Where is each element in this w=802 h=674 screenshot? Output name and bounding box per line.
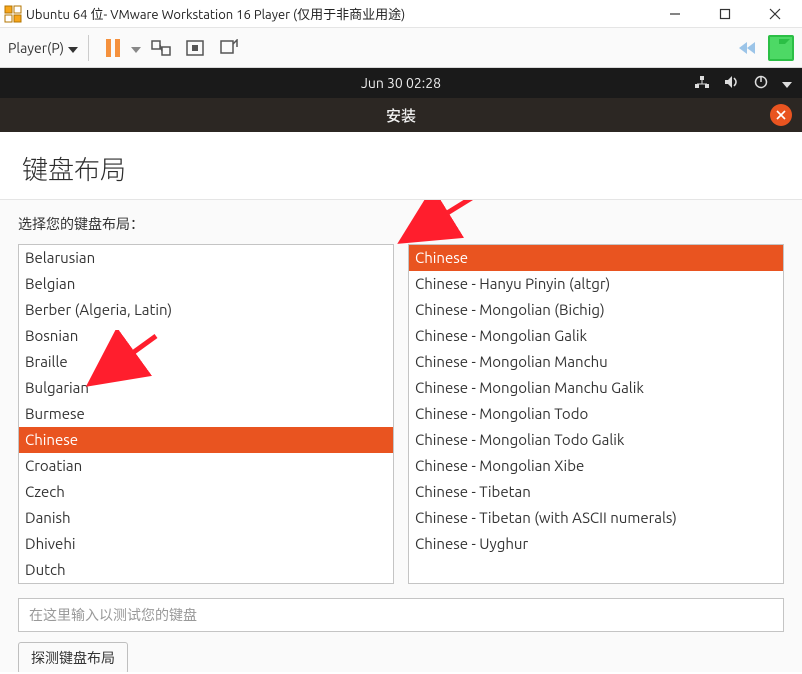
list-item[interactable]: Chinese - Mongolian Todo bbox=[409, 401, 783, 427]
list-item[interactable]: Chinese - Mongolian Galik bbox=[409, 323, 783, 349]
chevron-down-icon bbox=[68, 40, 78, 56]
installer-titlebar: 安装 bbox=[0, 98, 802, 132]
list-item[interactable]: Czech bbox=[19, 479, 393, 505]
list-item[interactable]: Danish bbox=[19, 505, 393, 531]
list-item[interactable]: Chinese bbox=[19, 427, 393, 453]
layout-language-listbox[interactable]: BelarusianBelgianBerber (Algeria, Latin)… bbox=[18, 244, 394, 584]
list-item[interactable]: Chinese - Tibetan (with ASCII numerals) bbox=[409, 505, 783, 531]
windows-titlebar: Ubuntu 64 位- VMware Workstation 16 Playe… bbox=[0, 0, 802, 28]
unity-button[interactable] bbox=[215, 34, 243, 62]
window-controls bbox=[650, 0, 800, 28]
list-item[interactable]: Chinese - Hanyu Pinyin (altgr) bbox=[409, 271, 783, 297]
list-item[interactable]: Chinese bbox=[409, 245, 783, 271]
list-item[interactable]: Belarusian bbox=[19, 245, 393, 271]
chevron-down-icon[interactable] bbox=[782, 75, 792, 91]
layout-variant-listbox[interactable]: ChineseChinese - Hanyu Pinyin (altgr)Chi… bbox=[408, 244, 784, 584]
list-item[interactable]: Chinese - Mongolian Manchu bbox=[409, 349, 783, 375]
ubuntu-top-panel: Jun 30 02:28 bbox=[0, 68, 802, 98]
list-item[interactable]: Chinese - Mongolian Manchu Galik bbox=[409, 375, 783, 401]
pause-button[interactable] bbox=[99, 34, 127, 62]
chevron-down-icon[interactable] bbox=[131, 40, 141, 56]
list-item[interactable]: Chinese - Mongolian Xibe bbox=[409, 453, 783, 479]
keyboard-test-input[interactable] bbox=[18, 598, 784, 632]
close-button[interactable] bbox=[750, 0, 800, 28]
list-item[interactable]: Berber (Algeria, Latin) bbox=[19, 297, 393, 323]
list-item[interactable]: Bosnian bbox=[19, 323, 393, 349]
maximize-button[interactable] bbox=[700, 0, 750, 28]
keyboard-lists-row: BelarusianBelgianBerber (Algeria, Latin)… bbox=[18, 244, 784, 584]
panel-datetime[interactable]: Jun 30 02:28 bbox=[361, 75, 441, 91]
power-icon[interactable] bbox=[754, 75, 768, 92]
page-heading: 键盘布局 bbox=[22, 150, 780, 187]
player-menu-label: Player(P) bbox=[8, 40, 64, 56]
player-menu[interactable]: Player(P) bbox=[8, 40, 78, 56]
note-icon[interactable] bbox=[768, 35, 794, 61]
select-layout-label: 选择您的键盘布局： bbox=[18, 214, 784, 234]
installer-close-button[interactable] bbox=[770, 104, 792, 126]
list-item[interactable]: Belgian bbox=[19, 271, 393, 297]
list-item[interactable]: Burmese bbox=[19, 401, 393, 427]
detect-keyboard-button[interactable]: 探测键盘布局 bbox=[18, 642, 128, 672]
list-item[interactable]: Croatian bbox=[19, 453, 393, 479]
toolbar-divider bbox=[88, 35, 89, 61]
send-ctrl-alt-del-button[interactable] bbox=[147, 34, 175, 62]
volume-icon[interactable] bbox=[724, 75, 740, 92]
list-item[interactable]: Dhivehi bbox=[19, 531, 393, 557]
list-item[interactable]: Chinese - Uyghur bbox=[409, 531, 783, 557]
window-title: Ubuntu 64 位- VMware Workstation 16 Playe… bbox=[26, 4, 650, 23]
list-item[interactable]: Chinese - Tibetan bbox=[409, 479, 783, 505]
fullscreen-button[interactable] bbox=[181, 34, 209, 62]
list-item[interactable]: Dutch bbox=[19, 557, 393, 583]
list-item[interactable]: Braille bbox=[19, 349, 393, 375]
vmware-toolbar: Player(P) bbox=[0, 28, 802, 68]
list-item[interactable]: Bulgarian bbox=[19, 375, 393, 401]
list-item[interactable]: Dzongkha bbox=[19, 583, 393, 584]
minimize-button[interactable] bbox=[650, 0, 700, 28]
vmware-logo-icon bbox=[4, 5, 22, 23]
list-item[interactable]: Chinese - Mongolian (Bichig) bbox=[409, 297, 783, 323]
heading-area: 键盘布局 bbox=[0, 132, 802, 200]
installer-body: 选择您的键盘布局： BelarusianBelgianBerber (Alger… bbox=[0, 200, 802, 672]
network-icon[interactable] bbox=[694, 75, 710, 92]
list-item[interactable]: Chinese - Mongolian Todo Galik bbox=[409, 427, 783, 453]
installer-title: 安装 bbox=[386, 105, 416, 126]
rewind-icon[interactable] bbox=[734, 34, 762, 62]
